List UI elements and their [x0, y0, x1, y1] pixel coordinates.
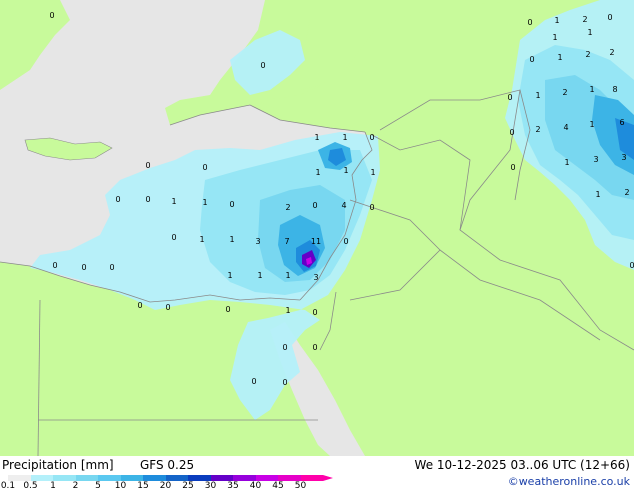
precip-value-label: 3	[313, 273, 318, 282]
precip-value-label: 0	[507, 93, 512, 102]
precip-value-label: 2	[535, 125, 540, 134]
precip-value-label: 0	[509, 128, 514, 137]
footer-title: Precipitation [mm]	[2, 458, 114, 472]
precip-value-label: 0	[137, 301, 142, 310]
precip-value-label: 0	[312, 201, 317, 210]
precip-value-label: 0	[115, 195, 120, 204]
precip-value-label: 1	[552, 33, 557, 42]
precip-value-label: 1	[315, 168, 320, 177]
precip-value-label: 1	[587, 28, 592, 37]
precip-value-label: 3	[593, 155, 598, 164]
precip-value-label: 0	[369, 133, 374, 142]
precip-value-label: 1	[314, 133, 319, 142]
precip-value-label: 0	[527, 18, 532, 27]
precip-value-label: 8	[612, 85, 617, 94]
precip-value-label: 0	[251, 377, 256, 386]
precip-value-label: 1	[257, 271, 262, 280]
precip-value-label: 0	[165, 303, 170, 312]
precip-value-label: 1	[285, 306, 290, 315]
precip-value-label: 0	[282, 343, 287, 352]
precip-value-label: 2	[609, 48, 614, 57]
precip-value-label: 0	[171, 233, 176, 242]
precip-value-label: 0	[109, 263, 114, 272]
precip-value-label: 4	[341, 201, 346, 210]
precip-value-label: 0	[369, 203, 374, 212]
precip-value-label: 1	[589, 120, 594, 129]
precip-value-label: 0	[81, 263, 86, 272]
precip-value-label: 6	[619, 118, 624, 127]
precip-value-label: 0	[52, 261, 57, 270]
precip-value-label: 0	[145, 161, 150, 170]
precip-value-label: 1	[595, 190, 600, 199]
precip-value-label: 0	[510, 163, 515, 172]
precip-value-label: 0	[312, 308, 317, 317]
precip-value-label: 11	[311, 237, 321, 246]
precip-value-label: 1	[171, 197, 176, 206]
precip-value-label: 1	[589, 85, 594, 94]
precip-value-label: 0	[282, 378, 287, 387]
precip-value-label: 1	[342, 133, 347, 142]
precip-value-label: 0	[145, 195, 150, 204]
precip-value-label: 2	[285, 203, 290, 212]
footer-valid-time: We 10-12-2025 03..06 UTC (12+66)	[414, 458, 630, 472]
legend-arrow	[323, 475, 333, 481]
precip-value-label: 0	[343, 237, 348, 246]
precip-value-label: 0	[629, 261, 634, 270]
precip-value-label: 1	[227, 271, 232, 280]
precip-value-label: 2	[585, 50, 590, 59]
precip-value-label: 2	[562, 88, 567, 97]
precip-value-label: 0	[312, 343, 317, 352]
precip-value-label: 0	[202, 163, 207, 172]
precip-value-label: 0	[225, 305, 230, 314]
precip-value-label: 2	[582, 15, 587, 24]
precip-value-label: 0	[529, 55, 534, 64]
precip-value-label: 1	[229, 235, 234, 244]
precip-value-label: 2	[624, 188, 629, 197]
precip-value-label: 1	[370, 168, 375, 177]
precip-value-label: 3	[255, 237, 260, 246]
precip-value-label: 1	[285, 271, 290, 280]
precip-value-label: 1	[554, 16, 559, 25]
precip-value-label: 4	[563, 123, 568, 132]
precip-value-label: 7	[284, 237, 289, 246]
precip-value-label: 1	[199, 235, 204, 244]
precip-value-label: 0	[49, 11, 54, 20]
precipitation-map: 00 1 2 0110 1 2 280 1 2 10 2 4 1 601 3 31 2001 1 001 1 100 0 1…	[0, 0, 634, 456]
precip-value-label: 1	[202, 198, 207, 207]
precip-value-label: 1	[564, 158, 569, 167]
precip-value-label: 0	[229, 200, 234, 209]
precip-value-label: 0	[607, 13, 612, 22]
footer-credit: ©weatheronline.co.uk	[507, 475, 630, 488]
footer-model: GFS 0.25	[140, 458, 195, 472]
precip-value-label: 1	[535, 91, 540, 100]
precip-value-label: 1	[557, 53, 562, 62]
precip-value-label: 3	[621, 153, 626, 162]
precip-value-label: 0	[260, 61, 265, 70]
precip-value-label: 1	[343, 166, 348, 175]
map-footer: Precipitation [mm] GFS 0.25 We 10-12-202…	[0, 456, 634, 491]
